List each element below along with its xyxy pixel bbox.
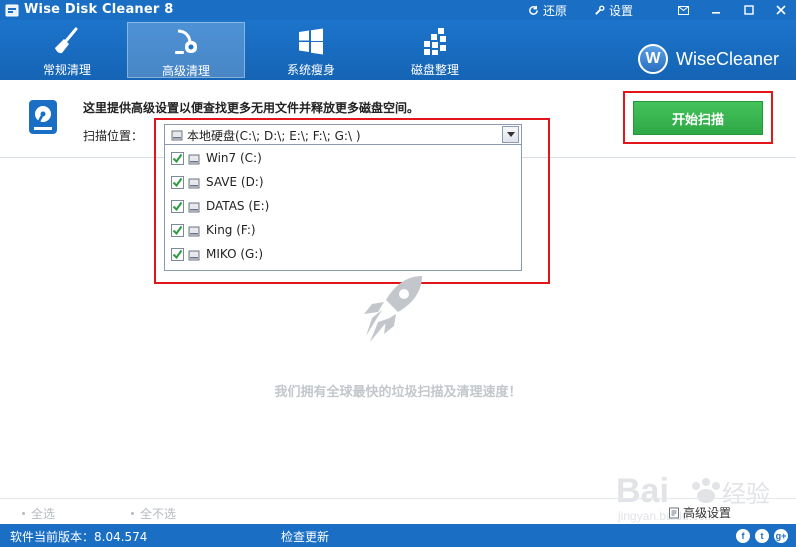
brand-logo-link[interactable]: W WiseCleaner xyxy=(638,44,779,74)
bullet-icon xyxy=(22,512,25,515)
refresh-icon xyxy=(529,5,538,15)
mail-icon xyxy=(677,5,689,15)
title-bar: Wise Disk Cleaner 8 还原 设置 xyxy=(0,0,796,20)
status-bar: 软件当前版本：8.04.574 检查更新 f t g+ xyxy=(0,524,796,547)
minimize-icon xyxy=(712,12,720,14)
tab-advanced-clean[interactable]: 高级清理 xyxy=(127,22,245,78)
check-update-link[interactable]: 检查更新 xyxy=(281,528,329,545)
main-toolbar: 常规清理 高级清理 系统瘦身 磁盘整理 W WiseCleaner xyxy=(0,20,796,80)
tab-label: 常规清理 xyxy=(42,63,91,77)
close-icon xyxy=(776,5,786,15)
tab-regular-clean[interactable]: 常规清理 xyxy=(8,22,126,78)
restore-label: 还原 xyxy=(543,4,568,18)
app-title: Wise Disk Cleaner 8 xyxy=(24,2,174,17)
facebook-icon[interactable]: f xyxy=(736,529,750,543)
hard-disk-icon xyxy=(29,100,57,134)
settings-doc-icon xyxy=(669,507,679,518)
google-plus-icon[interactable]: g+ xyxy=(774,529,788,543)
bullet-icon xyxy=(131,512,134,515)
twitter-icon[interactable]: t xyxy=(755,529,769,543)
version-text: 软件当前版本：8.04.574 xyxy=(10,530,148,544)
windows-icon xyxy=(299,28,323,55)
select-all-label: 全选 xyxy=(31,507,56,521)
highlight-box-drive-list xyxy=(154,118,550,284)
tab-system-slim[interactable]: 系统瘦身 xyxy=(252,22,370,78)
tab-label: 高级清理 xyxy=(161,64,210,78)
maximize-button[interactable] xyxy=(739,0,759,20)
settings-label: 设置 xyxy=(609,4,634,18)
close-button[interactable] xyxy=(771,0,791,20)
advanced-settings-label: 高级设置 xyxy=(683,506,732,520)
tab-label: 磁盘整理 xyxy=(410,63,459,77)
info-description: 这里提供高级设置以便查找更多无用文件并释放更多磁盘空间。 xyxy=(83,101,420,115)
maximize-icon xyxy=(744,5,754,15)
vacuum-cleaner-icon xyxy=(175,29,197,54)
brand-name: WiseCleaner xyxy=(676,48,780,69)
scan-location-label: 扫描位置： xyxy=(83,129,144,143)
start-scan-button[interactable]: 开始扫描 xyxy=(633,101,763,135)
speed-tagline: 我们拥有全球最快的垃圾扫描及清理速度！ xyxy=(274,385,522,400)
wisecleaner-logo: W xyxy=(638,44,668,74)
tab-disk-defrag[interactable]: 磁盘整理 xyxy=(376,22,494,78)
rocket-icon xyxy=(364,276,422,342)
defrag-blocks-icon xyxy=(424,28,446,55)
tab-label: 系统瘦身 xyxy=(286,63,335,77)
wrench-icon xyxy=(595,5,605,15)
minimize-button[interactable] xyxy=(706,0,726,20)
broom-icon xyxy=(55,27,78,54)
select-all-link[interactable]: 全选 xyxy=(22,505,55,522)
app-icon xyxy=(5,4,19,17)
restore-button[interactable]: 还原 xyxy=(528,2,567,19)
feedback-button[interactable] xyxy=(673,0,693,20)
settings-button[interactable]: 设置 xyxy=(594,2,633,19)
select-none-label: 全不选 xyxy=(140,507,177,521)
advanced-settings-link[interactable]: 高级设置 xyxy=(668,504,731,521)
select-none-link[interactable]: 全不选 xyxy=(131,505,176,522)
